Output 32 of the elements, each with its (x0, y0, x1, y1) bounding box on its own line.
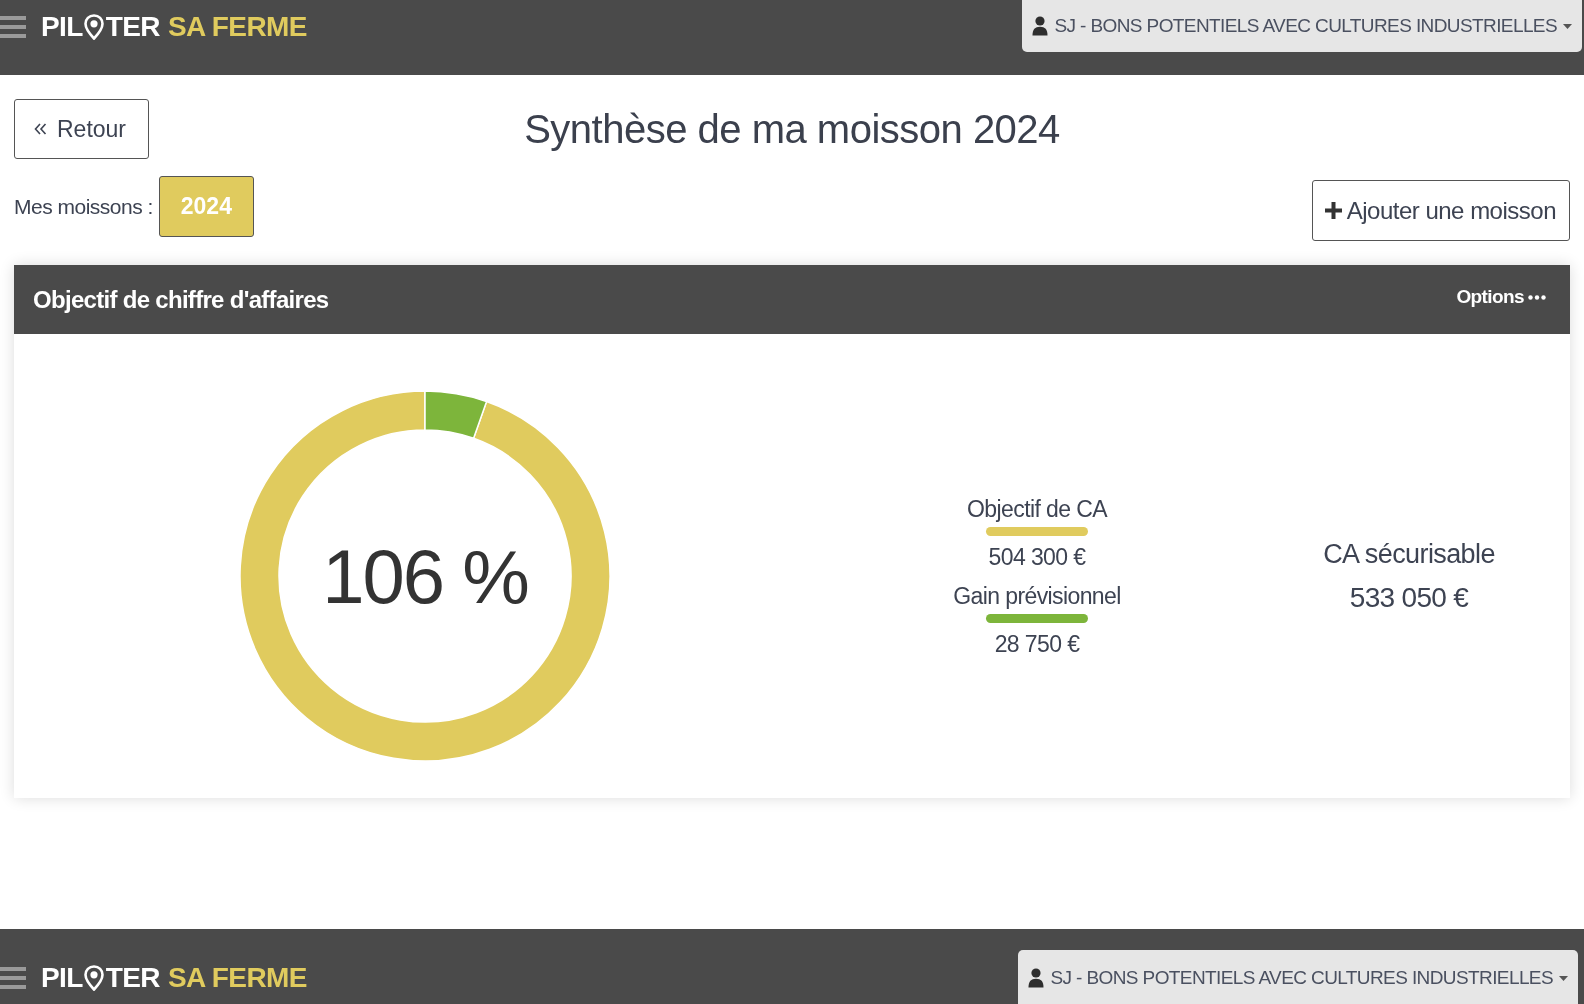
caret-icon (1559, 975, 1568, 981)
map-pin-icon (83, 14, 104, 40)
logo-text: TER (105, 10, 160, 44)
farm-selector-dropdown[interactable]: SJ - BONS POTENTIELS AVEC CULTURES INDUSTRIELLES (1022, 0, 1582, 52)
logo-accent-text: SA FERME (167, 961, 307, 995)
plus-icon (1324, 202, 1342, 219)
dots-icon (1528, 294, 1546, 300)
panel-title: Objectif de chiffre d'affaires (33, 285, 329, 314)
caret-icon (1563, 23, 1572, 29)
legend-label: Objectif de CA (967, 495, 1107, 522)
menu-icon[interactable] (0, 15, 26, 39)
logo-accent-text: SA FERME (167, 10, 307, 44)
map-pin-icon (83, 965, 104, 991)
total-label: CA sécurisable (1323, 538, 1495, 571)
add-harvest-button[interactable]: Ajouter une moisson (1311, 180, 1570, 241)
legend-label: Gain prévisionnel (953, 582, 1121, 609)
menu-icon[interactable] (0, 966, 26, 990)
page-title: Synthèse de ma moisson 2024 (524, 106, 1060, 152)
donut-center-label: 106 % (322, 532, 528, 620)
back-button[interactable]: Retour (14, 99, 150, 159)
farm-selector-dropdown[interactable]: SJ - BONS POTENTIELS AVEC CULTURES INDUSTRIELLES (1018, 950, 1578, 1004)
harvests-label: Mes moissons : (14, 194, 153, 219)
user-icon (1028, 968, 1045, 988)
logo-text: PIL (41, 961, 83, 995)
user-icon (1032, 16, 1049, 36)
logo-text: PIL (41, 10, 83, 44)
double-chevron-icon (34, 123, 47, 135)
total-value: 533 050 € (1349, 581, 1469, 615)
legend-value: 28 750 € (994, 630, 1080, 657)
legend-value: 504 300 € (988, 543, 1086, 570)
logo-text: TER (105, 961, 160, 995)
options-button[interactable]: Options (1456, 286, 1546, 308)
